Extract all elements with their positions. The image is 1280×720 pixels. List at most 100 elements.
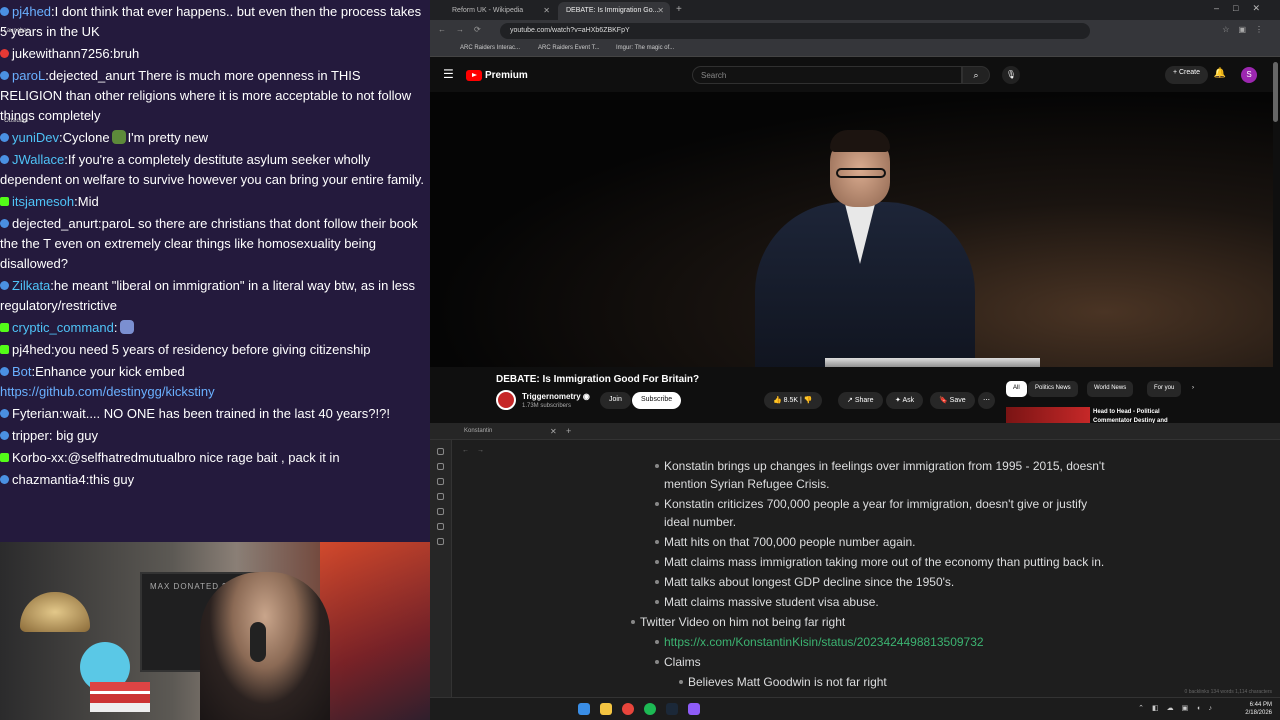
ribbon-icon[interactable] (437, 478, 444, 485)
tab-youtube[interactable]: DEBATE: Is Immigration Go... ✕ (558, 2, 670, 20)
more-options-icon[interactable]: ⋯ (978, 392, 995, 409)
user-badge-icon (0, 197, 9, 206)
channel-name[interactable]: Triggernometry ◉ (522, 392, 590, 401)
video-player[interactable] (430, 92, 1273, 367)
launcher-shortcut[interactable]: Launcher (3, 28, 29, 58)
ask-button[interactable]: ✦ Ask (886, 392, 924, 409)
chip-for-you[interactable]: For you (1147, 381, 1182, 397)
note-bullet[interactable]: Matt claims massive student visa abuse. (630, 593, 1110, 611)
bookmarks-bar: ARC Raiders Interac... ARC Raiders Event… (430, 42, 1280, 57)
chat-username[interactable]: pj4hed (12, 342, 51, 357)
close-icon[interactable]: ✕ (657, 6, 664, 15)
search-input[interactable]: Search (692, 66, 962, 84)
steam-icon[interactable] (666, 703, 678, 715)
notifications-bell-icon[interactable]: 🔔 (1214, 68, 1226, 79)
new-tab-icon[interactable]: + (676, 4, 682, 15)
note-link[interactable]: https://x.com/KonstantinKisin/status/202… (664, 635, 984, 649)
chat-username[interactable]: tripper (12, 428, 49, 443)
ribbon-icon[interactable] (437, 493, 444, 500)
note-bullet[interactable]: https://x.com/KonstantinKisin/status/202… (630, 633, 1110, 651)
subscribe-button[interactable]: Subscribe (632, 392, 682, 409)
chat-text: this guy (89, 472, 135, 487)
launcher-label: Launcher (3, 28, 29, 34)
note-bullet[interactable]: Believes Matt Goodwin is not far right (630, 673, 1110, 691)
bookmark-item[interactable]: ARC Raiders Interac... (460, 45, 520, 51)
chat-username[interactable]: chazmantia4 (12, 472, 86, 487)
youtube-logo[interactable]: Premium (466, 68, 528, 82)
create-button[interactable]: + Create (1164, 66, 1208, 84)
chat-text: I dont think that ever happens.. but eve… (0, 4, 422, 39)
note-bullet[interactable]: Matt hits on that 700,000 people number … (630, 533, 1110, 551)
note-bullet[interactable]: Konstatin brings up changes in feelings … (630, 457, 1110, 493)
obsidian-nav-arrows[interactable]: ←→ (462, 447, 492, 454)
chrome-icon[interactable] (622, 703, 634, 715)
close-icon[interactable]: ✕ (543, 6, 550, 15)
join-button[interactable]: Join (600, 392, 631, 409)
chip-politics-news[interactable]: Politics News (1028, 381, 1078, 397)
note-content[interactable]: Konstatin brings up changes in feelings … (630, 457, 1110, 693)
tab-wikipedia[interactable]: Reform UK - Wikipedia ✕ (444, 2, 556, 20)
chevron-right-icon[interactable]: › (1185, 381, 1201, 397)
window-controls[interactable]: –□✕ (1214, 3, 1274, 14)
ribbon-icon[interactable] (437, 523, 444, 530)
channel-avatar[interactable] (496, 390, 516, 410)
note-bullet[interactable]: Matt claims mass immigration taking more… (630, 553, 1110, 571)
chat-text: wait.... NO ONE has been trained in the … (62, 406, 390, 421)
chip-world-news[interactable]: World News (1087, 381, 1134, 397)
microphone-icon[interactable]: 🎙 (1002, 66, 1020, 84)
chat-username[interactable]: itsjamesoh (12, 194, 74, 209)
bookmark-item[interactable]: Imgur: The magic of... (616, 45, 674, 51)
tab-konstantin[interactable]: Konstantin (464, 428, 558, 434)
avatar[interactable]: S (1241, 67, 1257, 83)
chat-username[interactable]: Zilkata (12, 278, 50, 293)
ribbon-icon[interactable] (437, 448, 444, 455)
share-button[interactable]: ↗ Share (838, 392, 883, 409)
note-bullet[interactable]: Matt talks about longest GDP decline sin… (630, 573, 1110, 591)
red-backdrop (320, 542, 430, 720)
search-icon[interactable]: ⌕ (962, 66, 990, 84)
emote-icon (119, 320, 134, 334)
chat-message: JWallace:If you're a completely destitut… (0, 150, 430, 192)
obsidian-shortcut[interactable]: Obsidian (3, 118, 29, 148)
close-icon[interactable]: ✕ (550, 427, 557, 436)
chat-username[interactable]: cryptic_command (12, 320, 114, 335)
chat-message: Bot:Enhance your kick embed https://githu… (0, 362, 430, 404)
file-explorer-icon[interactable] (600, 703, 612, 715)
note-bullet[interactable]: Twitter Video on him not being far right (630, 613, 1110, 631)
chip-all[interactable]: All (1006, 381, 1027, 397)
ribbon-icon[interactable] (437, 508, 444, 515)
video-meta: DEBATE: Is Immigration Good For Britain?… (430, 367, 1273, 424)
user-badge-icon (0, 409, 9, 418)
user-badge-icon (0, 281, 9, 290)
chat-username[interactable]: Bot (12, 364, 32, 379)
books (90, 682, 150, 712)
chat-username[interactable]: dejected_anurt (12, 216, 98, 231)
new-tab-icon[interactable]: + (566, 426, 571, 436)
note-bullet[interactable]: Konstatin criticizes 700,000 people a ye… (630, 495, 1110, 531)
save-button[interactable]: 🔖 Save (930, 392, 975, 409)
nav-buttons[interactable]: ←→⟳ (438, 25, 491, 34)
windows-start-icon[interactable] (578, 703, 590, 715)
spotify-icon[interactable] (644, 703, 656, 715)
system-tray[interactable]: ⌃◧☁▣◖♪ (1138, 704, 1220, 712)
recommendation-thumbnail[interactable] (1006, 407, 1090, 423)
chat-message: Korbo-xx:@selfhatredmutualbro nice rage … (0, 448, 430, 470)
chat-username[interactable]: Fyterian (12, 406, 59, 421)
toolbar-icons[interactable]: ☆▣⋮ (1222, 25, 1272, 34)
clock-time: 6:44 PM (1249, 702, 1272, 708)
chat-username[interactable]: JWallace (12, 152, 64, 167)
hamburger-menu-icon[interactable]: ☰ (443, 67, 454, 81)
chat-link[interactable]: https://github.com/destinygg/kickstiny (0, 384, 215, 399)
clock[interactable]: 6:44 PM 2/18/2026 (1245, 701, 1272, 717)
bookmark-item[interactable]: ARC Raiders Event T... (538, 45, 600, 51)
url-field[interactable]: youtube.com/watch?v=aHXb6ZBKFpY (500, 23, 1090, 39)
chat-text: Mid (77, 194, 99, 209)
chat-username[interactable]: Korbo-xx (12, 450, 64, 465)
like-button[interactable]: 👍 8.5K | 👎 (764, 392, 822, 409)
ribbon-icon[interactable] (437, 463, 444, 470)
obsidian-icon[interactable] (688, 703, 700, 715)
page-scrollbar[interactable] (1273, 62, 1278, 122)
note-bullet[interactable]: Claims (630, 653, 1110, 671)
ribbon-icon[interactable] (437, 538, 444, 545)
ask-label: Ask (902, 397, 915, 404)
